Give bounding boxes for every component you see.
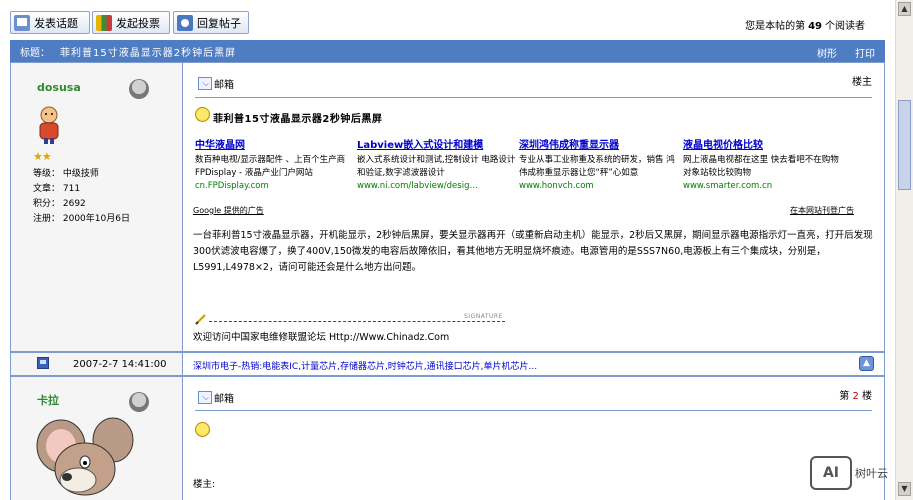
ad-url[interactable]: cn.FPDisplay.com bbox=[195, 180, 357, 193]
scroll-up-icon[interactable]: ▲ bbox=[898, 2, 911, 16]
ad-url[interactable]: www.smarter.com.cn bbox=[683, 180, 845, 193]
post-1: dosusa ★★ 等级： 中级技师 文章： 711 积分： 2692 注册： … bbox=[10, 62, 885, 352]
signature-text: 欢迎访问中国家电维修联盟论坛 Http://Www.Chinadz.Com bbox=[193, 332, 450, 343]
ad-description: 嵌入式系统设计和测试,控制设计 电路设计和验证,数字滤波器设计 bbox=[357, 155, 516, 178]
offline-status-icon bbox=[129, 79, 149, 99]
offline-status-icon bbox=[129, 392, 149, 412]
ad-description: 专业从事工业称重及系统的研发，销售 鸿伟成称重显示器让您“秤”心如意 bbox=[519, 155, 675, 178]
floor-label: 第 2 楼 bbox=[839, 387, 872, 402]
mail-icon bbox=[198, 391, 212, 404]
signature-divider bbox=[209, 321, 505, 322]
title-label: 标题： bbox=[20, 47, 50, 59]
post-1-footer-left: 2007-2-7 14:41:00 bbox=[11, 353, 183, 375]
divider bbox=[195, 410, 872, 411]
floor-number: 2 bbox=[852, 391, 859, 402]
pen-icon bbox=[195, 314, 206, 325]
post-2-content: 邮箱 第 2 楼 楼主: bbox=[183, 377, 884, 500]
ad-url[interactable]: www.ni.com/labview/desig… bbox=[357, 180, 519, 193]
tree-view-link[interactable]: 树形 bbox=[817, 45, 837, 60]
floor-suffix: 楼 bbox=[862, 391, 872, 402]
ad-block-1: 中华液晶网 数百种电视/显示器配件 、上百个生产商 FPDisplay - 液晶… bbox=[195, 136, 357, 193]
thread-title: 菲利普15寸液晶显示器2秒钟后黑屏 bbox=[60, 47, 237, 59]
vertical-scrollbar[interactable]: ▲ ▼ bbox=[895, 0, 913, 500]
ad-block-3: 深圳鸿伟成称重显示器 专业从事工业称重及系统的研发，销售 鸿伟成称重显示器让您“… bbox=[519, 136, 681, 193]
scroll-thumb[interactable] bbox=[898, 100, 911, 190]
post-1-author-panel: dosusa ★★ 等级： 中级技师 文章： 711 积分： 2692 注册： … bbox=[11, 63, 183, 351]
mailbox-link[interactable]: 邮箱 bbox=[198, 76, 234, 91]
rank-stars: ★★ bbox=[33, 150, 52, 163]
ad-title[interactable]: 液晶电视价格比较 bbox=[683, 136, 845, 151]
back-to-top-icon[interactable]: ▲ bbox=[859, 356, 874, 371]
ad-title[interactable]: 深圳鸿伟成称重显示器 bbox=[519, 136, 681, 151]
ip-computer-icon[interactable] bbox=[37, 357, 49, 369]
sponsored-links[interactable]: 深圳市电子-热销:电能表IC,计量芯片,存储器芯片,时钟芯片,通讯接口芯片,单片… bbox=[193, 359, 537, 372]
author-username[interactable]: dosusa bbox=[37, 81, 81, 94]
smiley-icon bbox=[195, 422, 210, 437]
author-avatar bbox=[36, 417, 134, 496]
post-body: 一台菲利普15寸液晶显示器，开机能显示，2秒钟后黑屏，要关显示器再开（或重新启动… bbox=[193, 230, 873, 273]
print-link[interactable]: 打印 bbox=[855, 45, 875, 60]
advertise-link[interactable]: 在本网站刊登广告 bbox=[790, 205, 854, 216]
reply-icon bbox=[177, 14, 193, 31]
author-avatar bbox=[39, 106, 59, 144]
ad-description: 数百种电视/显示器配件 、上百个生产商 FPDisplay - 液晶产业门户网站 bbox=[195, 155, 346, 178]
author-info: 等级： 中级技师 文章： 711 积分： 2692 注册： 2000年10月6日 bbox=[33, 167, 130, 227]
ad-url[interactable]: www.honvch.com bbox=[519, 180, 681, 193]
post-1-content: 邮箱 楼主 菲利普15寸液晶显示器2秒钟后黑屏 中华液晶网 数百种电视/显示器配… bbox=[183, 63, 884, 351]
floor-label: 楼主 bbox=[852, 77, 872, 88]
visit-count: 49 bbox=[808, 21, 822, 32]
reply-button[interactable]: 回复帖子 bbox=[173, 11, 249, 34]
new-topic-button[interactable]: 发表话题 bbox=[10, 11, 90, 34]
author-registered: 注册： 2000年10月6日 bbox=[33, 214, 130, 224]
author-username[interactable]: 卡拉 bbox=[37, 392, 59, 408]
google-ads-link[interactable]: Google 提供的广告 bbox=[193, 205, 264, 216]
post-icon bbox=[14, 14, 30, 31]
new-poll-button[interactable]: 发起投票 bbox=[92, 11, 170, 34]
post-1-footer-right: 深圳市电子-热销:电能表IC,计量芯片,存储器芯片,时钟芯片,通讯接口芯片,单片… bbox=[183, 353, 884, 375]
watermark-logo: AI bbox=[810, 456, 852, 490]
thread-title-bar: 标题： 菲利普15寸液晶显示器2秒钟后黑屏 树形 打印 bbox=[10, 40, 885, 62]
post-2: 卡拉 邮箱 第 2 楼 楼主: bbox=[10, 376, 885, 500]
ad-title[interactable]: Labview嵌入式设计和建模 bbox=[357, 136, 519, 151]
ad-title[interactable]: 中华液晶网 bbox=[195, 136, 357, 151]
watermark-text: 树叶云 bbox=[855, 467, 888, 480]
post-title: 菲利普15寸液晶显示器2秒钟后黑屏 bbox=[213, 114, 383, 125]
mailbox-link[interactable]: 邮箱 bbox=[198, 390, 234, 405]
ad-block-4: 液晶电视价格比较 网上液晶电视都在这里 快去看吧不在购物对象站较比较购物 www… bbox=[683, 136, 845, 193]
watermark: AI 树叶云 bbox=[810, 453, 908, 493]
mailbox-label: 邮箱 bbox=[214, 80, 234, 91]
divider bbox=[195, 97, 872, 98]
author-level: 等级： 中级技师 bbox=[33, 169, 99, 179]
ad-description: 网上液晶电视都在这里 快去看吧不在购物对象站较比较购物 bbox=[683, 155, 839, 178]
toolbar: 发表话题 发起投票 回复帖子 您是本帖的第 49 个阅读者 bbox=[0, 0, 895, 38]
post-time: 2007-2-7 14:41:00 bbox=[73, 359, 167, 370]
visit-suffix: 个阅读者 bbox=[825, 21, 865, 32]
author-articles: 文章： 711 bbox=[33, 184, 81, 194]
poll-icon bbox=[96, 14, 112, 31]
post-body: 楼主: bbox=[193, 479, 216, 490]
post-2-author-panel: 卡拉 bbox=[11, 377, 183, 500]
visit-counter: 您是本帖的第 49 个阅读者 bbox=[745, 17, 865, 32]
floor-prefix: 第 bbox=[839, 391, 850, 402]
mail-icon bbox=[198, 77, 212, 90]
signature-label: SIGNATURE bbox=[464, 313, 503, 320]
visit-prefix: 您是本帖的第 bbox=[745, 21, 806, 32]
post-1-footer: 2007-2-7 14:41:00 深圳市电子-热销:电能表IC,计量芯片,存储… bbox=[10, 352, 885, 376]
new-poll-label: 发起投票 bbox=[116, 16, 160, 30]
smiley-icon bbox=[195, 107, 210, 122]
ad-block-2: Labview嵌入式设计和建模 嵌入式系统设计和测试,控制设计 电路设计和验证,… bbox=[357, 136, 519, 193]
new-topic-label: 发表话题 bbox=[34, 16, 78, 30]
mailbox-label: 邮箱 bbox=[214, 394, 234, 405]
reply-label: 回复帖子 bbox=[197, 16, 241, 30]
author-points: 积分： 2692 bbox=[33, 199, 86, 209]
